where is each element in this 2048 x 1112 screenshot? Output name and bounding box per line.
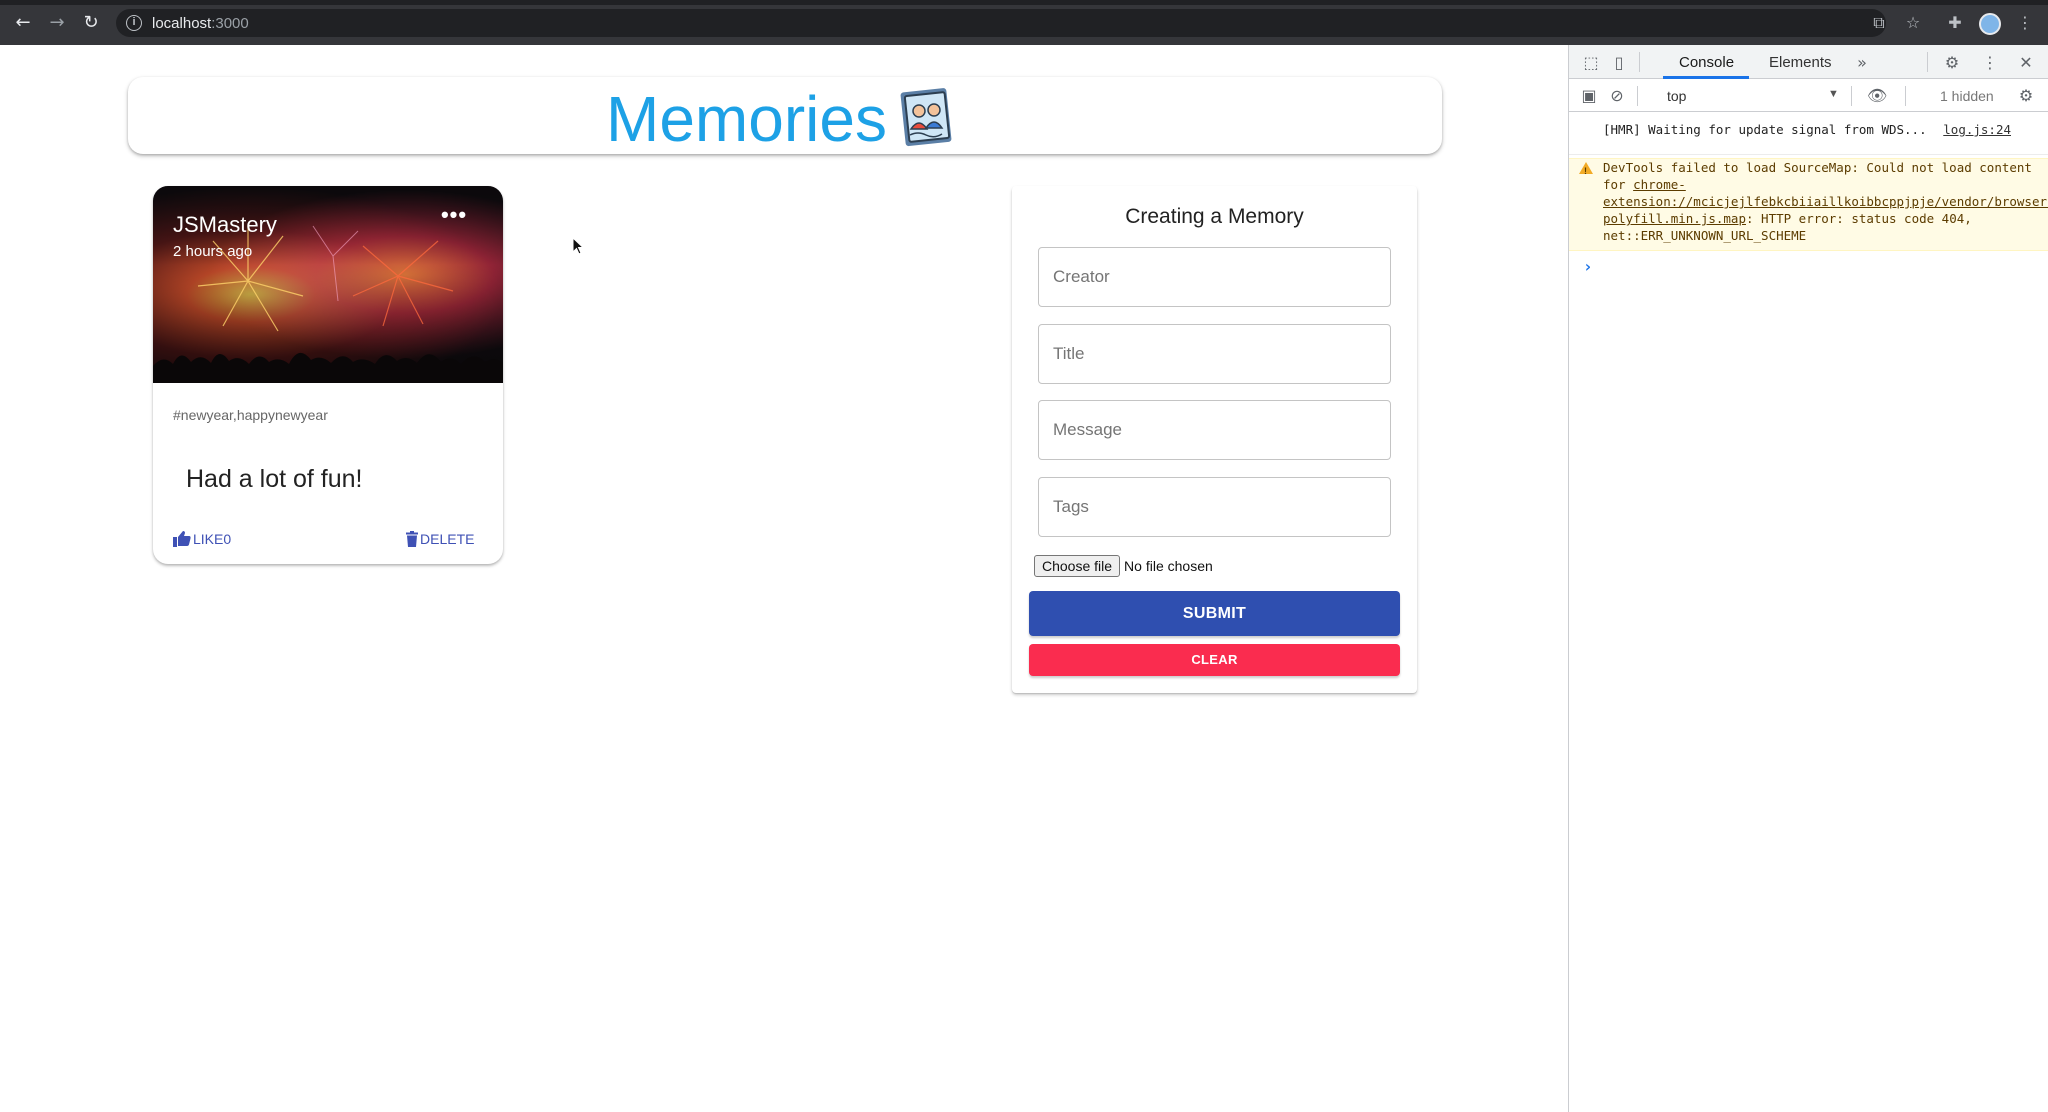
crowd-silhouette [153,352,503,383]
choose-file-button[interactable]: Choose file [1034,555,1121,577]
memory-form: Creating a Memory Choose fileNo file cho… [1012,186,1417,693]
post-tags: #newyear,happynewyear [173,407,328,423]
device-toolbar-icon[interactable]: ▯ [1609,53,1629,73]
mouse-cursor-icon [572,237,584,255]
profile-avatar[interactable] [1979,13,2001,35]
submit-button[interactable]: SUBMIT [1029,591,1400,636]
file-input: Choose file No file chosen [1034,555,1213,577]
title-field[interactable] [1038,324,1391,384]
more-options-icon[interactable]: ••• [436,204,472,228]
like-count: 0 [223,531,232,547]
context-selector[interactable]: top [1667,88,1686,104]
post-creator: JSMastery [173,212,277,237]
memories-photo-icon [900,88,952,147]
tab-strip [0,0,2048,5]
chevron-down-icon[interactable]: ▼ [1828,88,1839,100]
message-input[interactable] [1039,401,1390,459]
console-toolbar: ▣ ⊘ top ▼ 👁 1 hidden ⚙ [1569,80,2048,112]
devtools-panel: ⬚ ▯ Console Elements » ⚙ ⋮ ✕ ▣ ⊘ top ▼ 👁… [1568,45,2048,1112]
kebab-menu-icon[interactable]: ⋮ [1980,53,2000,73]
console-settings-icon[interactable]: ⚙ [2016,86,2036,106]
post-message: Had a lot of fun! [186,465,363,493]
message-field[interactable] [1038,400,1391,460]
like-label: LIKE [193,531,224,547]
console-warning: DevTools failed to load SourceMap: Could… [1569,158,2048,251]
warning-icon [1579,162,1593,180]
title-input[interactable] [1039,325,1390,383]
thumb-up-icon [173,531,191,547]
creator-field[interactable] [1038,247,1391,307]
file-status: No file chosen [1124,558,1213,574]
kebab-menu-icon[interactable]: ⋮ [2014,12,2036,34]
reload-icon[interactable]: ↻ [80,12,102,34]
console-prompt[interactable]: › [1583,257,1593,276]
app-heading: Memories [606,83,887,155]
extensions-icon[interactable]: ✚ [1944,12,1966,34]
tab-elements[interactable]: Elements [1769,54,1832,71]
tab-console[interactable]: Console [1679,54,1734,71]
info-icon[interactable]: i [126,15,142,31]
tags-input[interactable] [1039,478,1390,536]
eye-icon[interactable]: 👁 [1867,86,1887,106]
active-tab-indicator [1663,76,1749,79]
log-source-link[interactable]: log.js:24 [1943,121,2011,138]
tags-field[interactable] [1038,477,1391,537]
address-bar[interactable]: i localhost:3000 [116,9,1886,37]
creator-input[interactable] [1039,248,1390,306]
clear-button[interactable]: CLEAR [1029,644,1400,676]
divider [1637,86,1638,106]
back-arrow-icon[interactable]: ← [12,12,34,34]
app-viewport: Memories JSMastery 2 hours ago ••• #newy… [0,45,1568,1112]
divider [1639,52,1640,72]
divider [1905,86,1906,106]
devtools-tabbar: ⬚ ▯ Console Elements » ⚙ ⋮ ✕ [1569,45,2048,79]
log-text: [HMR] Waiting for update signal from WDS… [1603,122,1927,137]
sidebar-toggle-icon[interactable]: ▣ [1579,86,1599,106]
delete-button[interactable]: DELETE [406,530,474,548]
like-button[interactable]: LIKE0 [173,530,231,548]
divider [1851,86,1852,106]
console-message: [HMR] Waiting for update signal from WDS… [1569,121,2048,155]
open-in-new-icon[interactable]: ⧉ [1868,12,1890,34]
forward-arrow-icon[interactable]: → [46,12,68,34]
hidden-messages-count[interactable]: 1 hidden [1940,88,1994,104]
trash-icon [406,531,418,547]
settings-gear-icon[interactable]: ⚙ [1942,53,1962,73]
form-title: Creating a Memory [1125,205,1304,228]
star-icon[interactable]: ☆ [1902,12,1924,34]
post-time: 2 hours ago [173,243,253,260]
post-card: JSMastery 2 hours ago ••• #newyear,happy… [153,186,503,564]
browser-toolbar: ← → ↻ i localhost:3000 ⧉ ☆ ✚ ⋮ [0,0,2048,45]
divider [1927,52,1928,72]
app-bar: Memories [128,77,1442,155]
clear-console-icon[interactable]: ⊘ [1607,86,1627,106]
more-tabs-icon[interactable]: » [1852,53,1872,73]
url-text: localhost:3000 [152,15,249,32]
inspect-element-icon[interactable]: ⬚ [1581,53,1601,73]
delete-label: DELETE [420,531,475,547]
close-icon[interactable]: ✕ [2016,53,2036,73]
